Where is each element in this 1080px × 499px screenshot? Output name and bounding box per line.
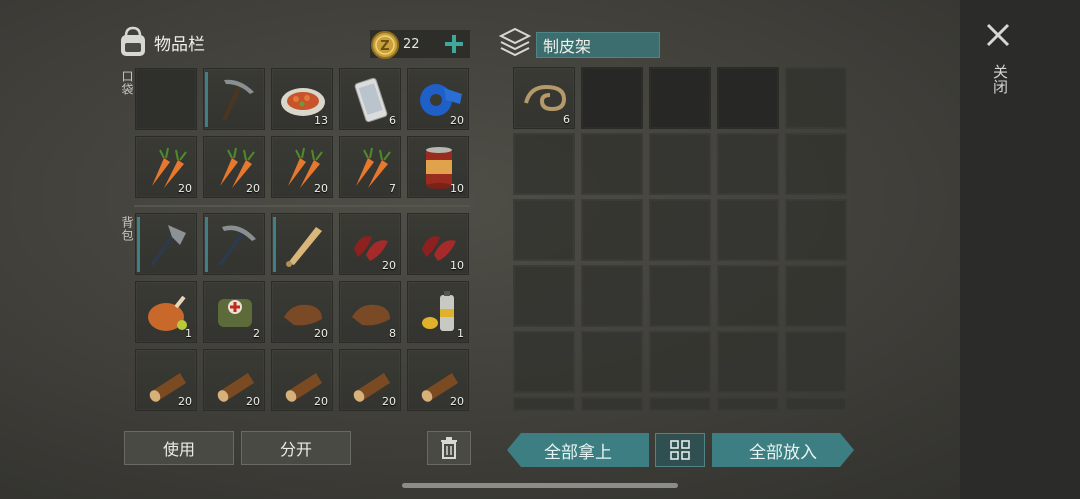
station-slot[interactable] bbox=[581, 199, 643, 261]
inventory-slot[interactable]: 20 bbox=[407, 349, 469, 411]
station-title-field[interactable]: 制皮架 bbox=[536, 32, 660, 58]
durability-bar bbox=[273, 217, 276, 272]
station-slot[interactable] bbox=[649, 331, 711, 393]
home-indicator[interactable] bbox=[402, 483, 678, 488]
trash-button[interactable] bbox=[427, 431, 471, 465]
inventory-slot[interactable]: 20 bbox=[203, 136, 265, 198]
use-button[interactable]: 使用 bbox=[124, 431, 234, 465]
station-slot[interactable] bbox=[649, 133, 711, 195]
inventory-slot[interactable]: 20 bbox=[271, 349, 333, 411]
put-all-button[interactable]: 全部放入 bbox=[712, 433, 854, 467]
inventory-slot[interactable]: 6 bbox=[339, 68, 401, 130]
add-coins-button[interactable] bbox=[444, 34, 464, 54]
inventory-slot[interactable]: 7 bbox=[339, 136, 401, 198]
inventory-slot[interactable]: 1 bbox=[407, 281, 469, 343]
station-slot[interactable] bbox=[513, 397, 575, 411]
station-slot[interactable] bbox=[717, 67, 779, 129]
inventory-slot[interactable]: 20 bbox=[271, 281, 333, 343]
pickaxe-icon bbox=[218, 225, 256, 267]
inventory-slot[interactable]: 10 bbox=[407, 136, 469, 198]
inventory-slot[interactable] bbox=[135, 68, 197, 130]
inventory-title: 物品栏 bbox=[154, 34, 205, 55]
station-slot[interactable] bbox=[581, 67, 643, 129]
tanning-rack-icon bbox=[498, 27, 532, 57]
inventory-slot[interactable]: 8 bbox=[339, 281, 401, 343]
station-slot[interactable] bbox=[513, 199, 575, 261]
right-margin-panel bbox=[960, 0, 1080, 499]
station-slot[interactable] bbox=[581, 133, 643, 195]
station-slot[interactable] bbox=[649, 199, 711, 261]
station-slot[interactable] bbox=[717, 331, 779, 393]
durability-bar bbox=[137, 217, 140, 272]
durability-bar bbox=[205, 217, 208, 272]
station-slot[interactable] bbox=[717, 133, 779, 195]
take-all-button[interactable]: 全部拿上 bbox=[507, 433, 649, 467]
station-slot[interactable] bbox=[649, 397, 711, 411]
inventory-slot[interactable]: 2 bbox=[203, 281, 265, 343]
station-slot[interactable] bbox=[785, 133, 847, 195]
svg-text:Z: Z bbox=[380, 39, 389, 54]
sort-button[interactable] bbox=[655, 433, 705, 467]
backpack-icon bbox=[121, 26, 145, 56]
trash-icon bbox=[441, 437, 457, 459]
station-slot[interactable] bbox=[785, 397, 847, 411]
close-label[interactable]: 关闭 bbox=[990, 64, 1011, 94]
station-slot[interactable] bbox=[581, 265, 643, 327]
inventory-slot[interactable]: 20 bbox=[271, 136, 333, 198]
inventory-slot[interactable]: 20 bbox=[407, 68, 469, 130]
inventory-slot[interactable] bbox=[203, 68, 265, 130]
station-slot[interactable] bbox=[581, 397, 643, 411]
station-slot[interactable] bbox=[717, 265, 779, 327]
inventory-slot[interactable]: 10 bbox=[407, 213, 469, 275]
inventory-slot[interactable] bbox=[203, 213, 265, 275]
pickaxe-icon bbox=[222, 79, 254, 121]
pocket-backpack-divider bbox=[134, 205, 470, 207]
station-slot[interactable] bbox=[513, 331, 575, 393]
station-slot[interactable] bbox=[581, 331, 643, 393]
baseball-bat-icon bbox=[286, 227, 322, 267]
inventory-slot[interactable]: 13 bbox=[271, 68, 333, 130]
station-slot[interactable] bbox=[649, 265, 711, 327]
station-slot[interactable] bbox=[513, 133, 575, 195]
inventory-slot[interactable] bbox=[271, 213, 333, 275]
inventory-slot[interactable]: 20 bbox=[135, 136, 197, 198]
station-slot[interactable]: 6 bbox=[513, 67, 575, 129]
station-slot[interactable] bbox=[785, 331, 847, 393]
coin-count: 22 bbox=[403, 37, 420, 52]
station-title: 制皮架 bbox=[543, 37, 592, 56]
close-icon[interactable] bbox=[985, 22, 1011, 48]
inventory-slot[interactable]: 1 bbox=[135, 281, 197, 343]
inventory-slot[interactable]: 20 bbox=[339, 349, 401, 411]
station-slot[interactable] bbox=[717, 397, 779, 411]
inventory-slot[interactable]: 20 bbox=[203, 349, 265, 411]
station-slot[interactable] bbox=[785, 265, 847, 327]
backpack-label: 背包 bbox=[120, 216, 134, 242]
station-slot[interactable] bbox=[649, 67, 711, 129]
split-button[interactable]: 分开 bbox=[241, 431, 351, 465]
durability-bar bbox=[205, 72, 208, 127]
inventory-header: 物品栏 bbox=[118, 26, 205, 58]
pocket-label: 口袋 bbox=[120, 70, 134, 96]
station-slot[interactable] bbox=[785, 199, 847, 261]
inventory-slot[interactable]: 20 bbox=[135, 349, 197, 411]
station-slot[interactable] bbox=[513, 265, 575, 327]
hatchet-icon bbox=[150, 225, 186, 267]
inventory-slot[interactable] bbox=[135, 213, 197, 275]
coin-icon: Z bbox=[371, 31, 399, 59]
inventory-slot[interactable]: 20 bbox=[339, 213, 401, 275]
station-slot[interactable] bbox=[717, 199, 779, 261]
grid-sort-icon bbox=[670, 440, 690, 460]
station-slot[interactable] bbox=[785, 67, 847, 129]
